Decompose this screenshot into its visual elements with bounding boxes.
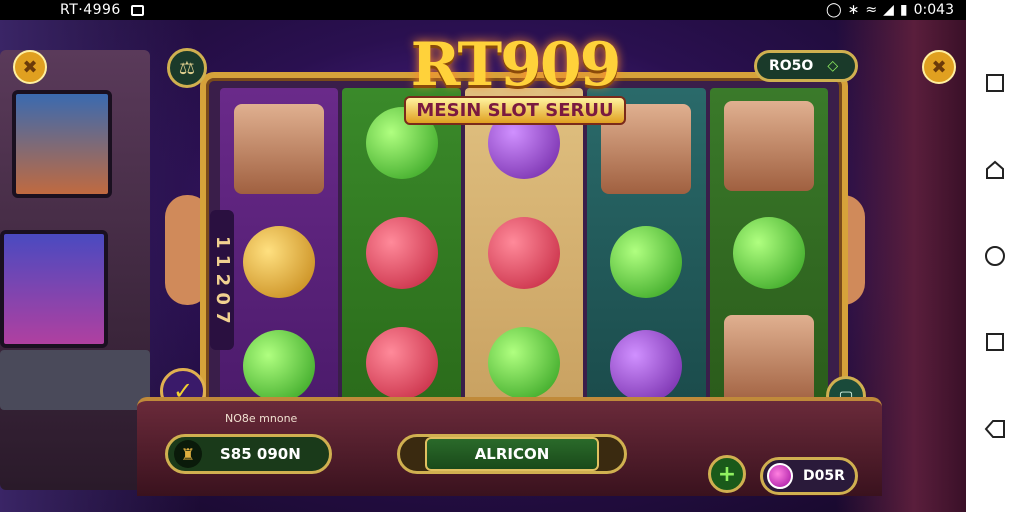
game-title: RT909 bbox=[410, 30, 622, 100]
home-icon[interactable] bbox=[982, 157, 1008, 183]
lock-icon: ♜ bbox=[174, 440, 202, 468]
red-symbol bbox=[365, 217, 438, 289]
arcade-control-panel bbox=[0, 350, 150, 410]
top-right-pill-button[interactable]: RO5O ◇ bbox=[754, 50, 858, 82]
spin-button[interactable]: ALRICON bbox=[425, 437, 599, 471]
green-symbol bbox=[610, 226, 683, 298]
android-nav-bar bbox=[966, 0, 1024, 512]
wolf-symbol bbox=[234, 104, 325, 194]
green-symbol bbox=[488, 327, 561, 399]
bluetooth-icon: ∗ bbox=[847, 2, 860, 18]
diamond-icon: ◇ bbox=[827, 58, 839, 74]
square-icon[interactable] bbox=[982, 70, 1008, 96]
red-symbol bbox=[365, 327, 438, 399]
side-number-strip: 1 1 2 0 7 bbox=[210, 210, 234, 350]
slot-machine-frame bbox=[200, 72, 848, 434]
purple-symbol bbox=[610, 330, 683, 402]
green-symbol bbox=[243, 330, 316, 402]
circle-icon[interactable] bbox=[982, 243, 1008, 269]
reel-3 bbox=[464, 88, 584, 418]
arcade-screen-bottom bbox=[0, 230, 108, 348]
status-bar-time: 0:043 bbox=[913, 2, 954, 18]
arcade-screen-top bbox=[12, 90, 112, 198]
battery-icon: ▮ bbox=[899, 2, 908, 18]
top-right-pill-label: RO5O bbox=[769, 58, 814, 74]
hammer-icon[interactable]: ✖ bbox=[13, 50, 47, 84]
plus-icon[interactable]: + bbox=[708, 455, 746, 493]
signal-icon: ◢ bbox=[883, 2, 894, 18]
recents-icon[interactable] bbox=[982, 329, 1008, 355]
man-symbol bbox=[723, 101, 814, 191]
arcade-cabinet bbox=[0, 50, 150, 490]
spin-button-frame[interactable]: ALRICON bbox=[397, 434, 627, 474]
game-subtitle: MESIN SLOT SERUU bbox=[404, 96, 626, 125]
back-icon[interactable] bbox=[982, 416, 1008, 442]
green-symbol bbox=[732, 217, 805, 289]
notification-icon bbox=[130, 4, 144, 16]
bottom-right-pill-label: D05R bbox=[803, 468, 845, 484]
reel-5 bbox=[709, 88, 829, 418]
reel-2 bbox=[342, 88, 461, 418]
game-logo: RT909 MESIN SLOT SERUU bbox=[380, 34, 650, 125]
cat-symbol bbox=[243, 226, 316, 298]
wifi-icon: ≈ bbox=[865, 2, 878, 18]
red-symbol bbox=[488, 217, 561, 289]
reel-4 bbox=[587, 88, 706, 418]
gem-icon bbox=[767, 463, 793, 489]
man-symbol bbox=[723, 315, 814, 405]
alarm-icon: ◯ bbox=[826, 2, 842, 18]
reel-grid bbox=[220, 88, 829, 418]
status-bar: RT·4996 ◯ ∗ ≈ ◢ ▮ 0:043 bbox=[0, 0, 966, 20]
bottom-right-pill-button[interactable]: D05R bbox=[760, 457, 858, 495]
balance-value: S85 090N bbox=[220, 445, 301, 463]
status-bar-left-text: RT·4996 bbox=[60, 2, 121, 18]
tools-icon[interactable]: ✖ bbox=[922, 50, 956, 84]
console-label: NO8e mnone bbox=[225, 412, 298, 425]
balance-display[interactable]: ♜ S85 090N bbox=[165, 434, 332, 474]
reel-1 bbox=[220, 88, 339, 418]
shield-icon[interactable]: ⚖ bbox=[167, 48, 207, 88]
